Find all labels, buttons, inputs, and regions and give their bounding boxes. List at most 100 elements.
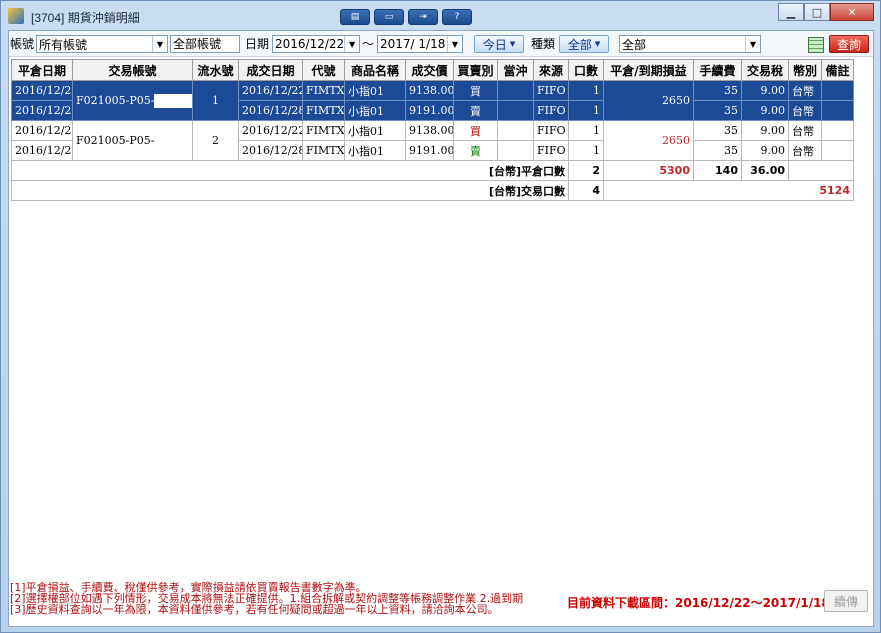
summary-trade-qty: 4 [568,180,604,201]
today-button-label: 今日 [482,37,507,52]
table-row[interactable]: 2016/12/28 F021005-P05-1 2 2016/12/22 FI… [11,120,854,161]
date-from-value: 2016/12/22 [275,37,345,51]
account-value: F021005-P05- [76,93,155,107]
type-button-label: 全部 [567,37,592,52]
tax-cell: 9.00 [741,120,789,141]
col-currency[interactable]: 幣別 [788,59,822,81]
qty-cell: 1 [568,100,604,121]
layout-icon[interactable]: ▤ [340,9,370,25]
side-cell: 買 [453,120,498,141]
trade-date-cell: 2016/12/28 [238,140,303,161]
source-cell: FIFO [533,120,569,141]
col-source[interactable]: 來源 [533,59,569,81]
day-trade-cell [497,120,534,141]
tax-cell: 9.00 [741,140,789,161]
tax-cell: 9.00 [741,80,789,101]
side-cell: 賣 [453,140,498,161]
col-day-trade[interactable]: 當沖 [497,59,534,81]
fee-cell: 35 [693,140,742,161]
summary-close-qty: 2 [568,160,604,181]
title-bar: [3704] 期貨沖銷明細 ▤ ▭ ⇥ ? ▁ □ ✕ [1,1,880,31]
col-serial[interactable]: 流水號 [192,59,239,81]
col-close-date[interactable]: 平倉日期 [11,59,73,81]
account-text[interactable]: 全部帳號 [170,35,240,53]
query-button[interactable]: 查詢 [829,35,869,53]
caret-down-icon: ▼ [594,40,601,48]
memo-cell [821,100,854,121]
col-tax[interactable]: 交易稅 [741,59,789,81]
price-cell: 9191.00 [405,100,454,121]
fee-cell: 35 [693,80,742,101]
date-label: 日期 [245,37,270,51]
continue-button[interactable]: 續傳 [824,590,868,612]
table-row[interactable]: 2016/12/28 F021005-P05-1 1 2016/12/22 FI… [11,80,854,121]
chevron-down-icon[interactable]: ▼ [344,36,359,52]
side-cell: 買 [453,80,498,101]
summary-close-label: [台幣]平倉口數 [11,160,569,181]
chevron-down-icon[interactable]: ▼ [152,36,167,52]
col-side[interactable]: 買賣別 [453,59,498,81]
spreadsheet-icon[interactable] [808,37,824,53]
account-value: F021005-P05- [76,133,155,147]
redaction-box [154,133,192,148]
account-cell: F021005-P05-1 [72,80,193,121]
trade-date-cell: 2016/12/22 [238,120,303,141]
summary-row-close: [台幣]平倉口數 2 5300 140 36.00 [11,160,854,181]
code-cell: FIMTX [302,100,345,121]
client-area: 帳號 所有帳號 ▼ 全部帳號 日期 2016/12/22 ▼ ～ 2017/ 1… [8,30,874,627]
price-cell: 9138.00 [405,120,454,141]
col-code[interactable]: 代號 [302,59,345,81]
serial-cell: 2 [192,120,239,161]
minimize-icon[interactable]: ▁ [778,3,804,21]
code-cell: FIMTX [302,80,345,101]
col-memo[interactable]: 備註 [821,59,854,81]
col-qty[interactable]: 口數 [568,59,604,81]
summary-row-trade: [台幣]交易口數 4 5124 [11,180,854,201]
account-select-value: 所有帳號 [39,37,88,52]
col-product[interactable]: 商品名稱 [344,59,406,81]
col-pnl[interactable]: 平倉/到期損益 [603,59,694,81]
summary-close-pnl: 5300 [603,160,694,181]
col-price[interactable]: 成交價 [405,59,454,81]
caret-down-icon: ▼ [509,40,516,48]
tax-cell: 9.00 [741,100,789,121]
today-button[interactable]: 今日 ▼ [474,35,524,53]
pnl-cell: 2650 [603,80,694,121]
col-trade-date[interactable]: 成交日期 [238,59,303,81]
col-fee[interactable]: 手續費 [693,59,742,81]
export-icon[interactable]: ⇥ [408,9,438,25]
filter-bar: 帳號 所有帳號 ▼ 全部帳號 日期 2016/12/22 ▼ ～ 2017/ 1… [9,31,873,57]
currency-cell: 台幣 [788,80,822,101]
chevron-down-icon[interactable]: ▼ [447,36,462,52]
close-date-cell: 2016/12/28 [11,120,73,141]
date-from-picker[interactable]: 2016/12/22 ▼ [272,35,360,53]
col-account[interactable]: 交易帳號 [72,59,193,81]
window-controls: ▁ □ ✕ [778,3,874,21]
type-label: 種類 [531,37,556,51]
type-button[interactable]: 全部 ▼ [559,35,609,53]
close-icon[interactable]: ✕ [830,3,874,21]
date-to-value: 2017/ 1/18 [380,37,446,51]
product-cell: 小指01 [344,120,406,141]
memo-cell [821,140,854,161]
date-to-picker[interactable]: 2017/ 1/18 ▼ [377,35,463,53]
side-cell: 賣 [453,100,498,121]
account-select[interactable]: 所有帳號 ▼ [36,35,168,53]
fee-cell: 35 [693,120,742,141]
chevron-down-icon[interactable]: ▼ [745,36,760,52]
serial-cell: 1 [192,80,239,121]
source-cell: FIFO [533,140,569,161]
price-cell: 9191.00 [405,140,454,161]
help-icon[interactable]: ? [442,9,472,25]
maximize-icon[interactable]: □ [804,3,830,21]
category-select[interactable]: 全部 ▼ [619,35,761,53]
app-icon [8,8,24,24]
window-icon[interactable]: ▭ [374,9,404,25]
day-trade-cell [497,140,534,161]
account-cell: F021005-P05-1 [72,120,193,161]
qty-cell: 1 [568,120,604,141]
pnl-cell: 2650 [603,120,694,161]
summary-close-empty [788,160,854,181]
summary-trade-label: [台幣]交易口數 [11,180,569,201]
account-label: 帳號 [10,37,35,51]
